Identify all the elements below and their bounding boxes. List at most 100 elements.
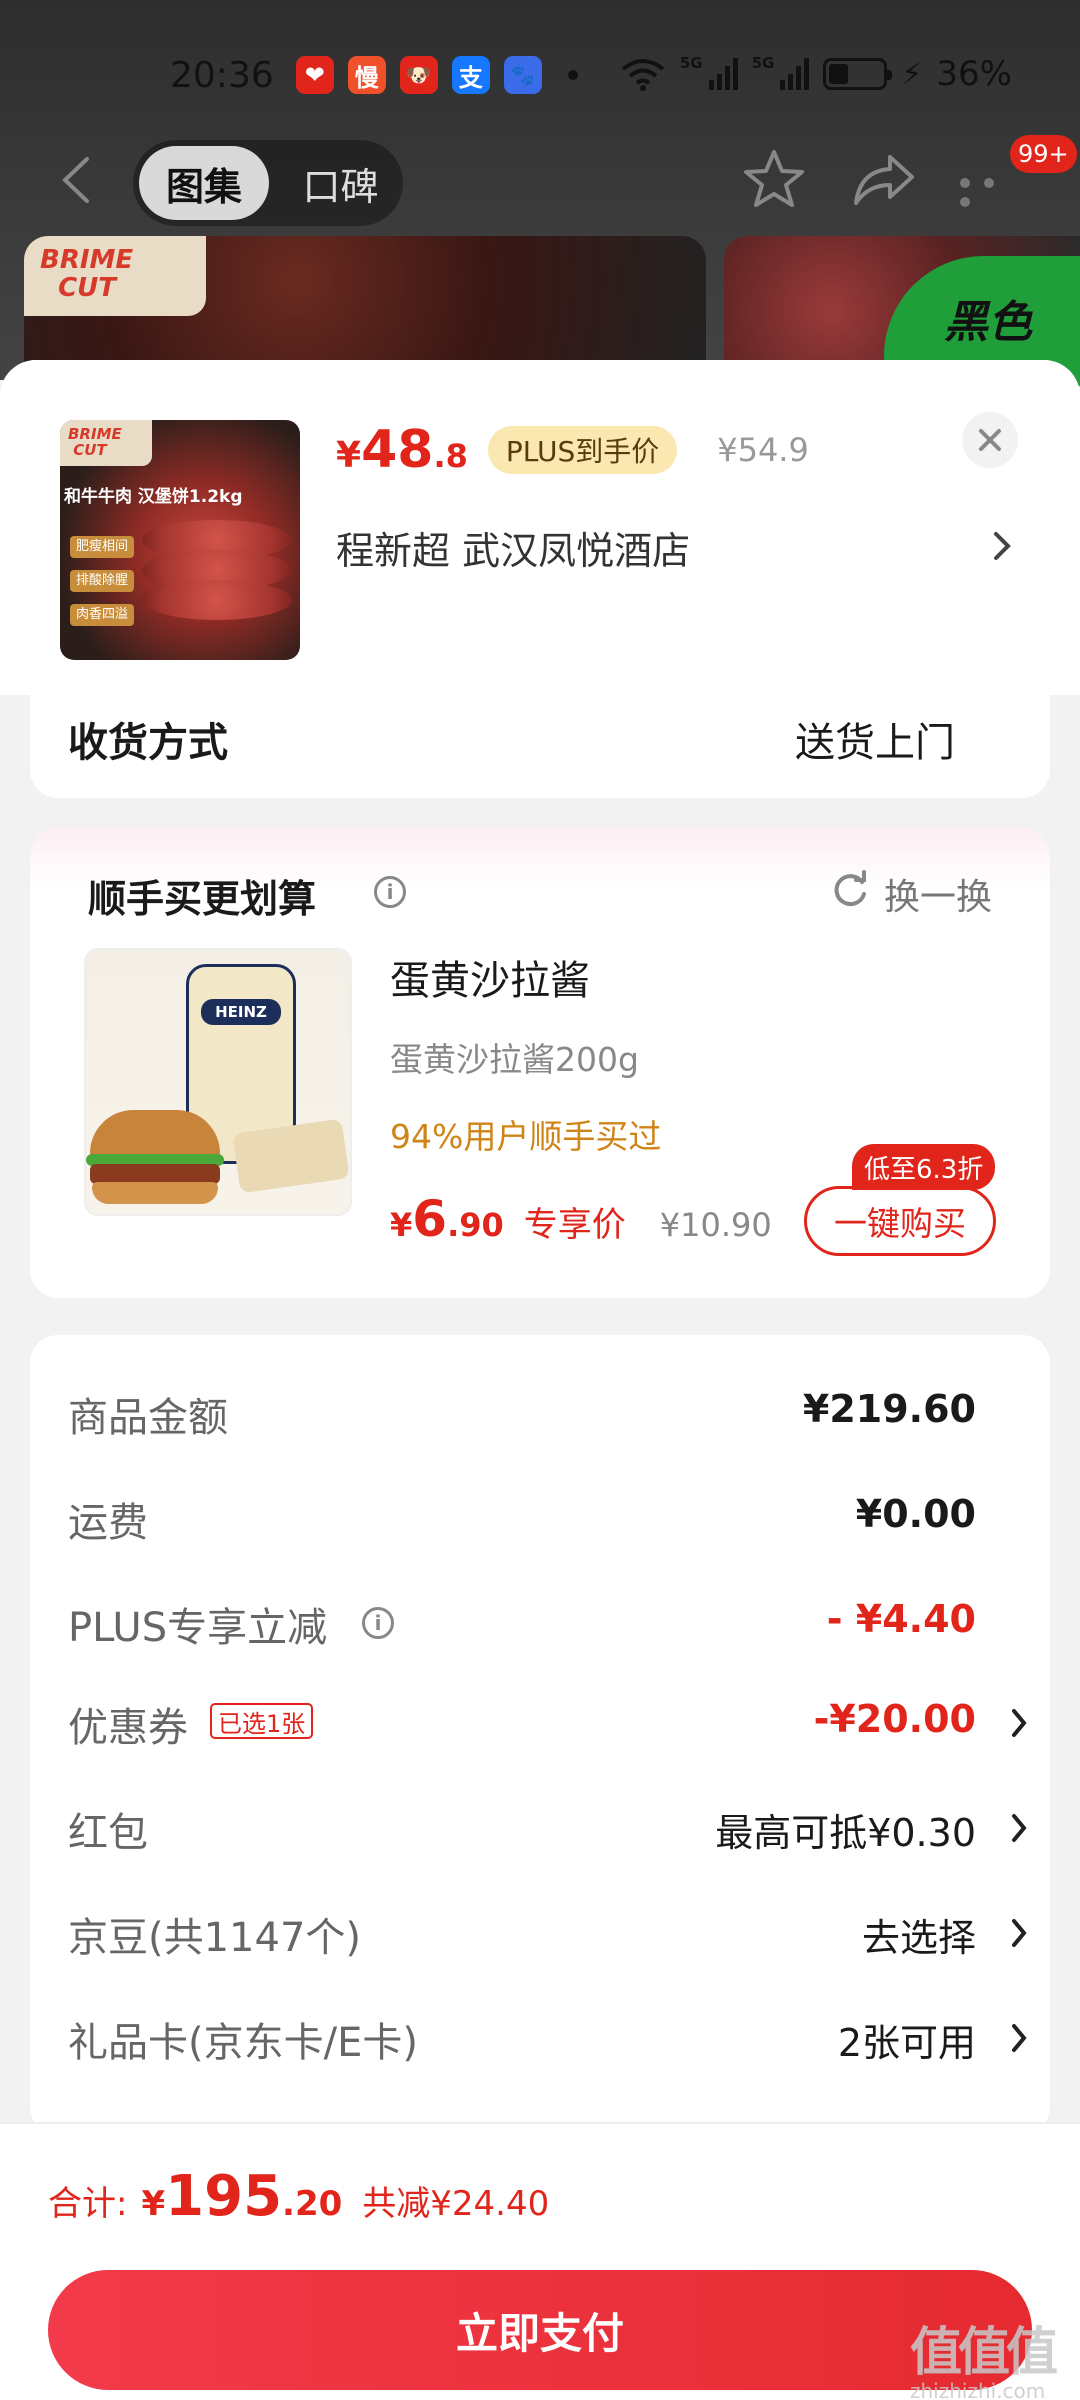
addon-product-image[interactable]: HEINZ xyxy=(84,948,352,1216)
tab-gallery[interactable]: 图集 xyxy=(139,146,269,220)
row-value: -¥20.00 xyxy=(813,1697,976,1741)
heinz-logo: HEINZ xyxy=(201,999,281,1025)
burger-graphic xyxy=(86,1110,224,1205)
price-symbol: ¥ xyxy=(141,2184,166,2224)
checkout-sheet: BRIME CUT 和牛牛肉 汉堡饼1.2kg 肥瘦相间 排酸除腥 肉香四溢 ¥… xyxy=(0,360,1080,2400)
row-label: 运费 xyxy=(68,1500,148,1546)
price-symbol: ¥ xyxy=(390,1206,413,1244)
addon-price: ¥ 6 .90 专享价 ¥10.90 xyxy=(390,1190,772,1248)
product-brand-logo: BRIME CUT xyxy=(60,420,152,466)
coupon-selected-tag: 已选1张 xyxy=(210,1703,314,1739)
share-icon[interactable] xyxy=(850,149,916,209)
row-value: - ¥4.40 xyxy=(826,1597,976,1641)
addon-title: 顺手买更划算 xyxy=(88,877,317,921)
battery-percent: 36% xyxy=(936,54,1012,94)
tab-reviews[interactable]: 口碑 xyxy=(283,146,398,220)
chevron-right-icon xyxy=(1012,1709,1027,1737)
status-bar: 20:36 ❤ 慢 🐶 支 🐾 5G 5G ⚡ 36% xyxy=(0,40,1080,110)
info-icon[interactable]: i xyxy=(374,876,406,908)
price-summary: 商品金额 ¥219.60 运费 ¥0.00 PLUS专享立减 i - ¥4.40… xyxy=(30,1335,1050,2135)
product-image-title: 和牛牛肉 汉堡饼1.2kg xyxy=(64,487,243,507)
order-total: 合计: ¥ 195 .20 共减¥24.40 xyxy=(48,2164,549,2229)
chevron-right-icon xyxy=(1012,2024,1027,2052)
app-icon-dog: 🐶 xyxy=(399,56,438,94)
row-label: 京豆(共1147个) xyxy=(68,1915,362,1961)
app-icon-alipay: 支 xyxy=(451,56,490,94)
row-label: PLUS专享立减 xyxy=(68,1605,328,1651)
addon-product-spec: 蛋黄沙拉酱200g xyxy=(390,1040,639,1079)
brand-logo: BRIME CUT xyxy=(24,236,206,316)
patty-graphic xyxy=(142,580,292,620)
watermark-logo: 值值值 xyxy=(910,2323,1058,2383)
wifi-icon xyxy=(621,59,665,91)
chevron-right-icon[interactable] xyxy=(990,528,1014,564)
view-switch: 图集 口碑 xyxy=(133,140,403,226)
addon-recommendation: 顺手买更划算 i 换一换 HEINZ 蛋黄沙拉酱 蛋黄沙拉酱200g 94%用户… xyxy=(30,828,1050,1298)
row-label: 商品金额 xyxy=(68,1395,228,1441)
chevron-right-icon xyxy=(1012,1814,1027,1842)
price-decimal: .90 xyxy=(447,1206,504,1244)
notification-dot xyxy=(567,70,578,80)
charging-icon: ⚡ xyxy=(901,56,923,92)
price-decimal: .8 xyxy=(433,437,468,475)
network-type-2: 5G xyxy=(751,54,775,72)
price-integer: 195 xyxy=(165,2164,283,2229)
status-time: 20:36 xyxy=(170,54,274,96)
signal-icon-1 xyxy=(708,58,738,90)
delivery-method-value: 送货上门 xyxy=(795,720,955,766)
price-decimal: .20 xyxy=(282,2184,343,2224)
product-image-chip: 排酸除腥 xyxy=(70,570,135,592)
price-symbol: ¥ xyxy=(336,435,362,476)
info-icon[interactable]: i xyxy=(362,1607,394,1639)
summary-row-plus-discount: PLUS专享立减 i - ¥4.40 xyxy=(68,1595,1028,1655)
app-icon-man: 慢 xyxy=(347,56,386,94)
watermark: 值值值 zhizhizhi.com xyxy=(910,2310,1080,2400)
plus-price-tag: PLUS到手价 xyxy=(487,426,678,474)
product-header: BRIME CUT 和牛牛肉 汉堡饼1.2kg 肥瘦相间 排酸除腥 肉香四溢 ¥… xyxy=(0,360,1080,695)
battery-icon xyxy=(823,58,893,90)
signal-icon-2 xyxy=(780,58,810,90)
refresh-icon[interactable] xyxy=(830,870,870,910)
row-value: ¥219.60 xyxy=(802,1387,976,1431)
product-image-chip: 肥瘦相间 xyxy=(70,536,135,558)
row-label: 优惠券 xyxy=(68,1705,188,1751)
more-icon[interactable] xyxy=(960,173,1020,207)
exclusive-price-tag: 专享价 xyxy=(523,1205,626,1245)
summary-row-shipping: 运费 ¥0.00 xyxy=(68,1490,1028,1550)
delivery-method-row[interactable]: 收货方式 送货上门 xyxy=(30,680,1050,798)
addon-product-name[interactable]: 蛋黄沙拉酱 xyxy=(390,948,590,1006)
discount-badge: 低至6.3折 xyxy=(852,1144,996,1190)
total-label: 合计: xyxy=(48,2184,128,2224)
summary-row-coupon[interactable]: 优惠券 已选1张 -¥20.00 xyxy=(68,1695,1028,1755)
product-image-chip: 肉香四溢 xyxy=(70,604,135,626)
price-integer: 48 xyxy=(361,420,434,480)
top-nav: 图集 口碑 99+ xyxy=(0,135,1080,226)
favorite-star-icon[interactable] xyxy=(742,147,806,211)
summary-row-red-packet[interactable]: 红包 最高可抵¥0.30 xyxy=(68,1800,1028,1860)
price-integer: 6 xyxy=(412,1190,448,1248)
row-label: 礼品卡(京东卡/E卡) xyxy=(68,2020,418,2066)
delivery-address[interactable]: 程新超 武汉凤悦酒店 xyxy=(336,520,1026,575)
message-badge: 99+ xyxy=(1010,135,1077,173)
close-icon[interactable] xyxy=(962,412,1018,468)
app-icon-red-heart: ❤ xyxy=(295,56,334,94)
total-saved: 共减¥24.40 xyxy=(362,2184,550,2224)
summary-row-jingdou[interactable]: 京豆(共1147个) 去选择 xyxy=(68,1905,1028,1965)
row-value: ¥0.00 xyxy=(855,1492,976,1536)
summary-row-goods-amount: 商品金额 ¥219.60 xyxy=(68,1385,1028,1445)
app-icon-baidu: 🐾 xyxy=(503,56,542,94)
addon-popularity: 94%用户顺手买过 xyxy=(390,1117,662,1156)
row-label: 红包 xyxy=(68,1810,148,1856)
summary-row-gift-card[interactable]: 礼品卡(京东卡/E卡) 2张可用 xyxy=(68,2010,1028,2070)
original-price: ¥54.9 xyxy=(717,431,809,469)
row-value: 2张可用 xyxy=(837,2021,976,2065)
original-price: ¥10.90 xyxy=(659,1206,772,1244)
product-image: BRIME CUT 和牛牛肉 汉堡饼1.2kg 肥瘦相间 排酸除腥 肉香四溢 xyxy=(60,420,300,660)
product-price: ¥ 48 .8 PLUS到手价 ¥54.9 xyxy=(336,420,809,480)
one-click-buy-button[interactable]: 一键购买 xyxy=(804,1186,996,1256)
back-icon[interactable] xyxy=(55,155,99,205)
refresh-button[interactable]: 换一换 xyxy=(884,868,992,920)
chevron-right-icon xyxy=(1012,1919,1027,1947)
row-value: 最高可抵¥0.30 xyxy=(715,1811,976,1855)
pay-now-button[interactable]: 立即支付 xyxy=(48,2270,1032,2390)
